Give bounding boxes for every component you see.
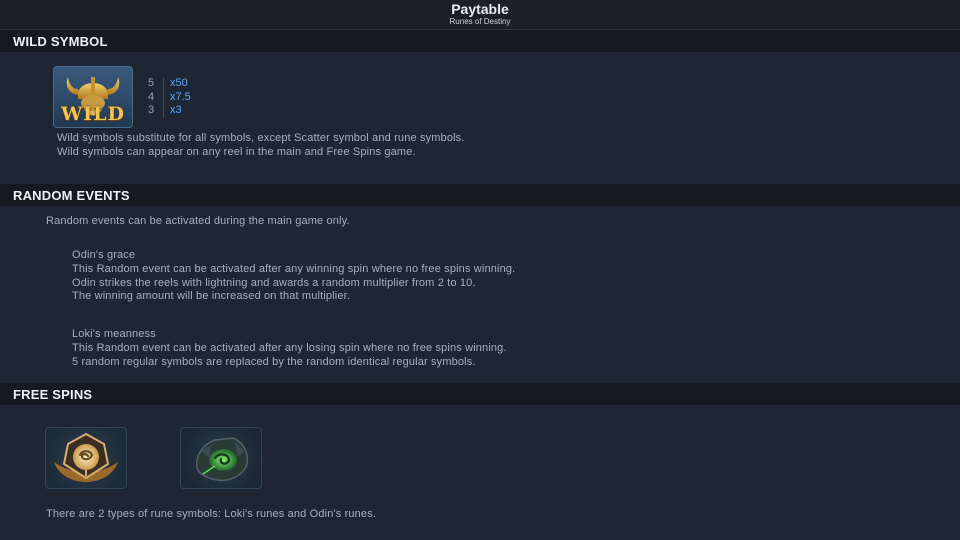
section-title-free-spins: FREE SPINS <box>13 387 93 402</box>
odin-grace-line-1: This Random event can be activated after… <box>72 263 516 275</box>
payout-multiplier: x50 <box>170 77 188 89</box>
odin-grace-line-2: Odin strikes the reels with lightning an… <box>72 277 476 289</box>
divider <box>163 104 164 118</box>
page-title: Paytable <box>451 1 509 17</box>
symbol-count: 4 <box>148 90 155 103</box>
loki-meanness-title: Loki's meanness <box>72 328 156 340</box>
symbol-count: 5 <box>148 77 155 89</box>
payout-multiplier: x7.5 <box>170 90 191 103</box>
game-name: Runes of Destiny <box>449 17 511 26</box>
section-header-random-events: RANDOM EVENTS <box>0 184 960 206</box>
divider <box>163 77 164 91</box>
divider <box>163 90 164 104</box>
loki-rune-icon <box>180 427 262 489</box>
paytable-page: Paytable Runes of Destiny WILD SYMBOL WI… <box>0 0 960 540</box>
odin-grace-title: Odin's grace <box>72 249 136 261</box>
loki-meanness-line-1: This Random event can be activated after… <box>72 342 507 354</box>
wild-label: WILD <box>60 103 126 125</box>
section-title-wild: WILD SYMBOL <box>13 34 108 49</box>
section-title-random-events: RANDOM EVENTS <box>13 188 130 203</box>
free-spins-description: There are 2 types of rune symbols: Loki'… <box>46 508 377 520</box>
odin-grace-line-3: The winning amount will be increased on … <box>72 290 351 302</box>
section-header-free-spins: FREE SPINS <box>0 383 960 405</box>
paytable-title-bar: Paytable Runes of Destiny <box>0 0 960 30</box>
wild-symbol-icon: WILD <box>53 66 133 128</box>
symbol-count: 3 <box>148 104 155 116</box>
section-header-wild: WILD SYMBOL <box>0 30 960 52</box>
wild-description-2: Wild symbols can appear on any reel in t… <box>57 146 416 158</box>
wild-description-1: Wild symbols substitute for all symbols,… <box>57 132 465 144</box>
payout-multiplier: x3 <box>170 104 182 116</box>
loki-meanness-line-2: 5 random regular symbols are replaced by… <box>72 356 476 368</box>
odin-rune-icon <box>45 427 127 489</box>
random-events-intro: Random events can be activated during th… <box>46 215 350 227</box>
